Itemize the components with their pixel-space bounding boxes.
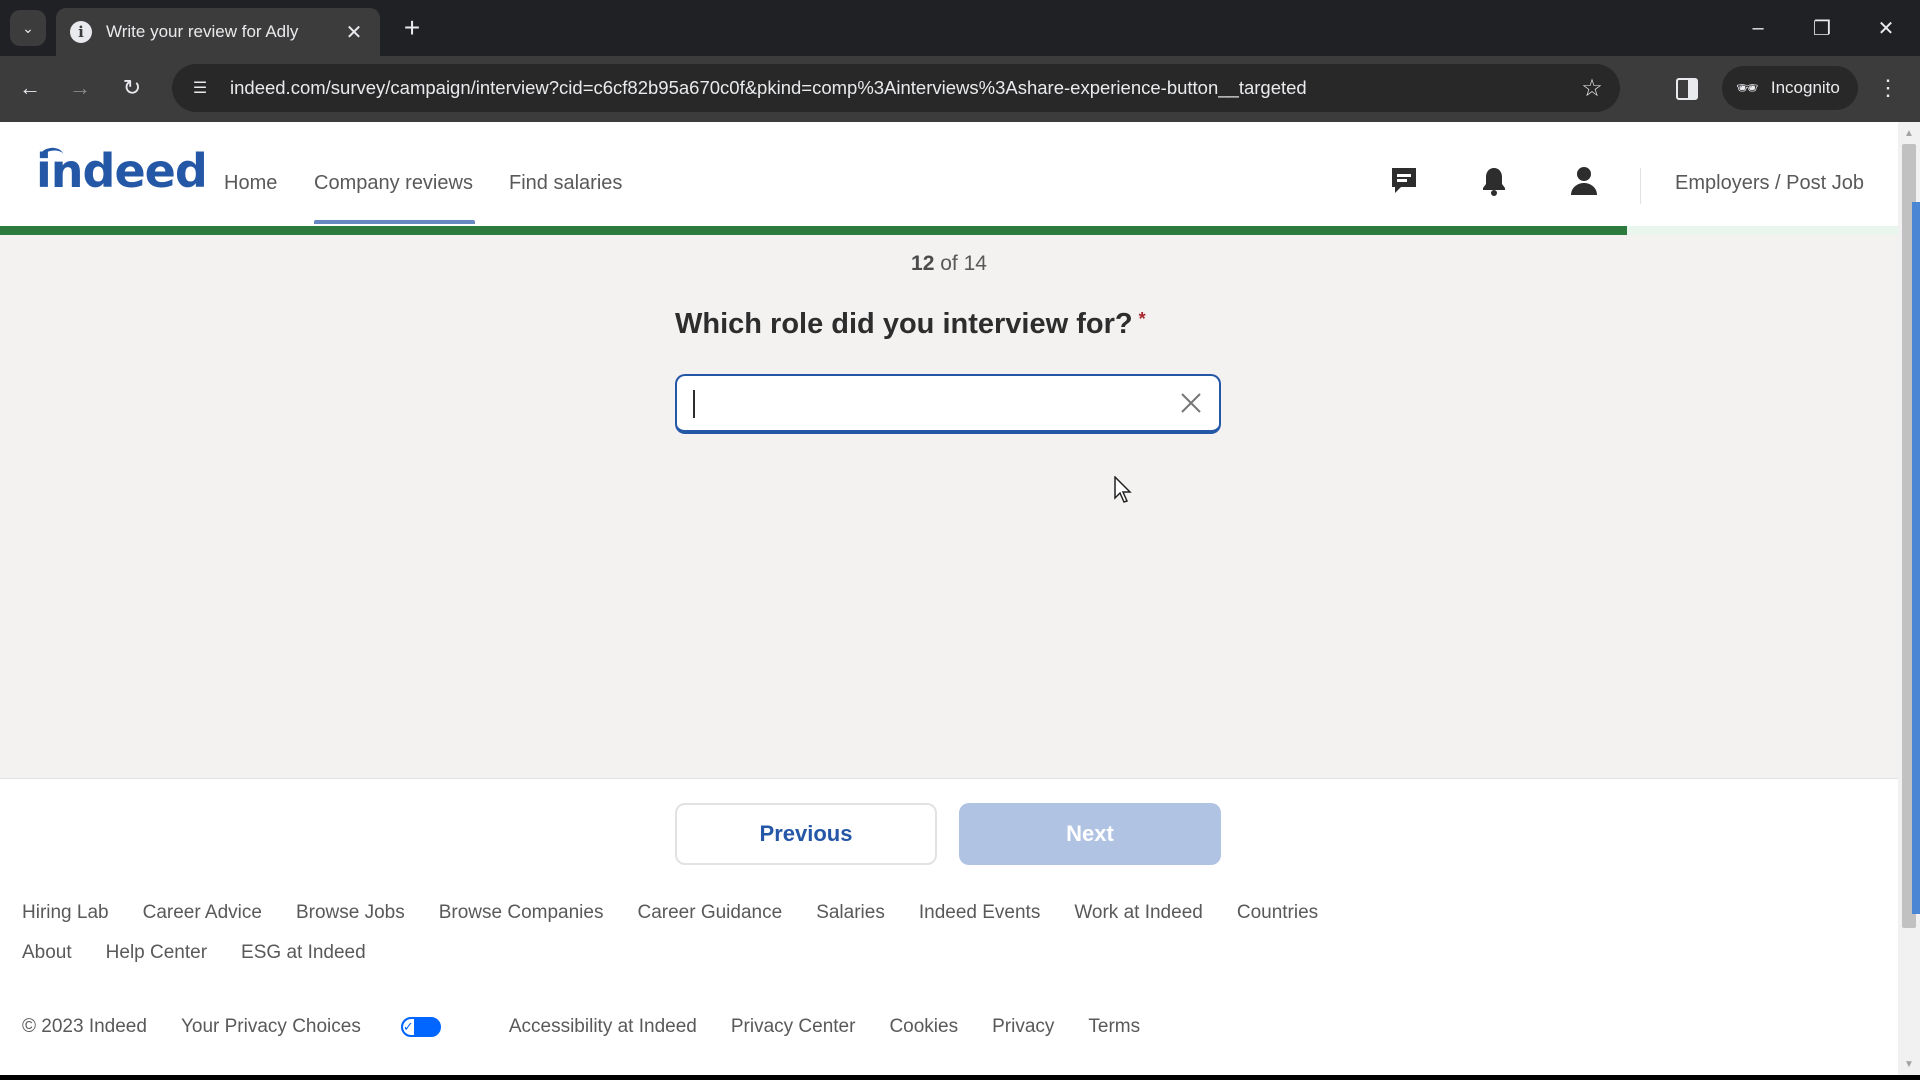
copyright-text: © 2023 Indeed <box>22 1016 147 1037</box>
scrollbar-accent <box>1912 202 1920 914</box>
incognito-indicator[interactable]: 🕶 Incognito <box>1722 66 1858 110</box>
tab-search-button[interactable]: ⌄ <box>10 10 46 46</box>
tab-close-icon[interactable]: ✕ <box>342 20 366 45</box>
site-settings-icon[interactable]: ☰ <box>180 78 220 98</box>
footer-link[interactable]: Browse Companies <box>439 902 604 924</box>
privacy-choices-icon: ✓✕ <box>400 1017 441 1037</box>
text-caret <box>693 390 695 418</box>
browser-toolbar: ← → ↻ ☰ indeed.com/survey/campaign/inter… <box>0 56 1920 122</box>
footer-link[interactable]: About <box>22 942 72 964</box>
active-nav-underline <box>314 220 475 224</box>
nav-home[interactable]: Home <box>224 172 277 195</box>
chevron-down-icon: ⌄ <box>22 19 34 36</box>
browser-tab-bar: ⌄ i Write your review for Adly ✕ + – ❐ ✕ <box>0 0 1920 56</box>
footer-link[interactable]: Terms <box>1088 1016 1140 1038</box>
back-button[interactable]: ← <box>12 70 48 106</box>
footer-link[interactable]: Privacy Center <box>731 1016 856 1038</box>
forward-button[interactable]: → <box>62 70 98 106</box>
required-marker: * <box>1138 309 1146 329</box>
footer-link[interactable]: Career Advice <box>143 902 262 924</box>
page-scrollbar[interactable]: ▲ ▼ <box>1898 122 1920 1075</box>
footer-link[interactable]: Career Guidance <box>637 902 782 924</box>
bookmark-star-icon[interactable]: ☆ <box>1572 74 1612 103</box>
employers-post-job-link[interactable]: Employers / Post Job <box>1675 172 1864 195</box>
browser-tab-active[interactable]: i Write your review for Adly ✕ <box>56 8 380 56</box>
new-tab-button[interactable]: + <box>396 12 428 44</box>
survey-progress-bar <box>0 226 1898 235</box>
page-footer: Previous Next Hiring Lab Career Advice B… <box>0 778 1898 1075</box>
side-panel-icon[interactable] <box>1676 78 1698 100</box>
nav-company-reviews[interactable]: Company reviews <box>314 172 473 195</box>
step-current: 12 <box>911 252 935 275</box>
incognito-icon: 🕶 <box>1736 77 1759 98</box>
previous-button[interactable]: Previous <box>675 803 937 865</box>
question-text: Which role did you interview for? <box>675 308 1133 340</box>
step-total: of 14 <box>940 252 987 275</box>
url-text[interactable]: indeed.com/survey/campaign/interview?cid… <box>230 77 1572 99</box>
incognito-label: Incognito <box>1770 78 1840 97</box>
privacy-choices-label: Your Privacy Choices <box>180 1016 361 1037</box>
page: indeed Home Company reviews Find salarie… <box>0 122 1898 1075</box>
restore-button[interactable]: ❐ <box>1802 10 1842 46</box>
role-input-field[interactable] <box>675 374 1221 434</box>
info-favicon-icon: i <box>70 21 92 43</box>
clear-input-button[interactable] <box>1169 381 1213 425</box>
scroll-up-arrow-icon[interactable]: ▲ <box>1898 124 1920 142</box>
account-person-icon[interactable] <box>1567 164 1601 198</box>
footer-link[interactable]: Hiring Lab <box>22 902 109 924</box>
question-heading: Which role did you interview for? * <box>675 308 1146 341</box>
footer-link[interactable]: Salaries <box>816 902 885 924</box>
footer-legal-row: © 2023 Indeed Your Privacy Choices ✓✕ Ac… <box>22 1016 1174 1038</box>
close-window-button[interactable]: ✕ <box>1866 10 1906 46</box>
header-divider <box>1640 168 1641 204</box>
screen-bottom-edge <box>0 1075 1920 1080</box>
role-input[interactable] <box>677 376 1169 430</box>
close-icon <box>1181 393 1201 413</box>
scroll-down-arrow-icon[interactable]: ▼ <box>1898 1055 1920 1073</box>
footer-links-row-2: About Help Center ESG at Indeed <box>22 942 400 964</box>
reload-button[interactable]: ↻ <box>114 70 150 106</box>
mouse-pointer-icon <box>1114 475 1132 509</box>
privacy-choices-link[interactable]: Your Privacy Choices ✓✕ <box>181 1016 475 1038</box>
footer-link[interactable]: Cookies <box>889 1016 958 1038</box>
messages-icon[interactable] <box>1387 164 1421 198</box>
minimize-button[interactable]: – <box>1738 10 1778 46</box>
footer-link[interactable]: Help Center <box>106 942 207 964</box>
footer-link[interactable]: Privacy <box>992 1016 1054 1038</box>
notifications-bell-icon[interactable] <box>1477 164 1511 198</box>
footer-link[interactable]: ESG at Indeed <box>241 942 366 964</box>
footer-link[interactable]: Indeed Events <box>919 902 1040 924</box>
next-button[interactable]: Next <box>959 803 1221 865</box>
survey-progress-fill <box>0 226 1627 235</box>
footer-links-row-1: Hiring Lab Career Advice Browse Jobs Bro… <box>22 902 1352 924</box>
address-bar[interactable]: ☰ indeed.com/survey/campaign/interview?c… <box>172 64 1620 112</box>
footer-link[interactable]: Accessibility at Indeed <box>509 1016 697 1038</box>
tab-title: Write your review for Adly <box>106 22 299 41</box>
step-counter: 12 of 14 <box>0 252 1898 276</box>
browser-menu-icon[interactable]: ⋮ <box>1876 74 1900 102</box>
site-header: indeed Home Company reviews Find salarie… <box>0 122 1898 226</box>
footer-link[interactable]: Work at Indeed <box>1074 902 1203 924</box>
nav-find-salaries[interactable]: Find salaries <box>509 172 622 195</box>
footer-link[interactable]: Browse Jobs <box>296 902 405 924</box>
footer-link[interactable]: Countries <box>1237 902 1318 924</box>
indeed-logo[interactable]: indeed <box>36 144 208 198</box>
